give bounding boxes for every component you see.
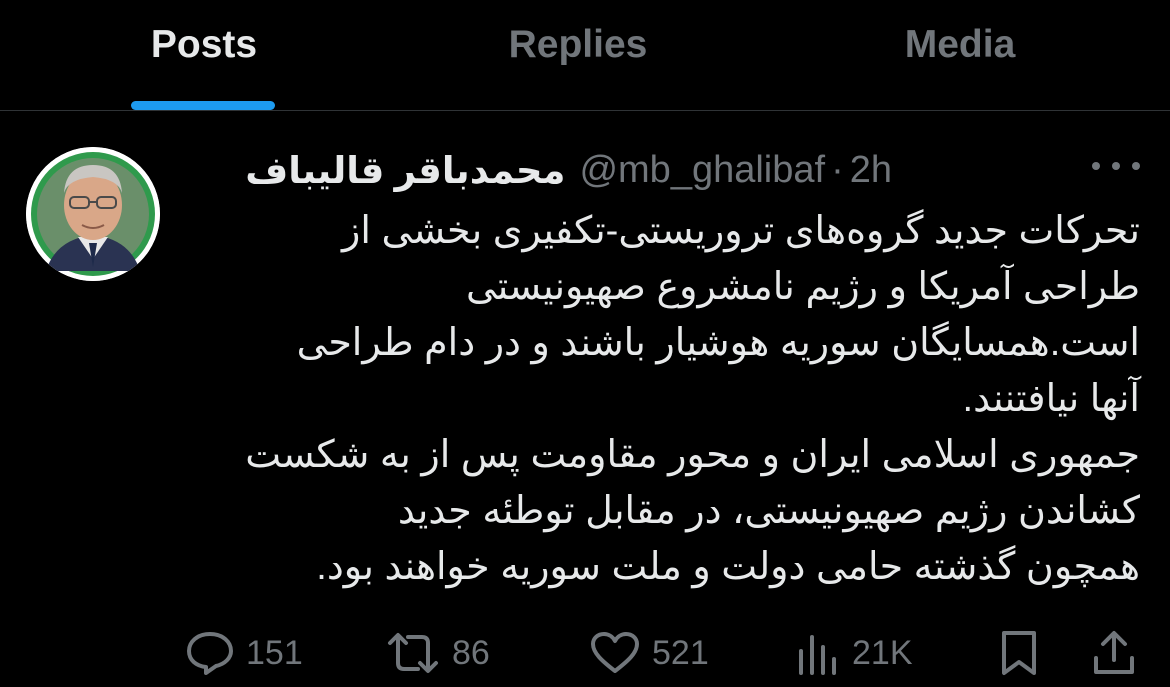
more-dot-icon xyxy=(1132,162,1140,170)
more-dot-icon xyxy=(1092,162,1100,170)
tab-media-label: Media xyxy=(904,23,1016,66)
tab-media[interactable]: Media xyxy=(840,0,1080,110)
tweet-line: همچون گذشته حامی دولت و ملت سوریه خواهند… xyxy=(316,546,1140,588)
views-count: 21K xyxy=(852,633,913,672)
tweet-line: کشاندن رژیم صهیونیستی، در مقابل توطئه جد… xyxy=(397,490,1140,532)
tweet-line: است.همسایگان سوریه هوشیار باشند و در دام… xyxy=(296,322,1140,364)
tab-posts-label: Posts xyxy=(150,23,258,66)
tweet-line: آنها نیافتنند. xyxy=(962,378,1140,420)
separator-dot: · xyxy=(831,148,844,191)
heart-icon xyxy=(591,632,639,673)
repost-icon xyxy=(388,633,438,673)
profile-photo-icon xyxy=(26,147,160,281)
like-button[interactable]: 521 xyxy=(590,623,709,683)
tweet-header: محمدباقر قالیباف @mb_ghalibaf · 2h xyxy=(245,145,892,195)
tweet[interactable]: محمدباقر قالیباف @mb_ghalibaf · 2h تحرکا… xyxy=(0,111,1170,687)
repost-count: 86 xyxy=(452,633,490,672)
timestamp[interactable]: 2h xyxy=(850,149,892,192)
tweet-line: تحرکات جدید گروه‌های تروریستی-تکفیری بخش… xyxy=(342,210,1140,252)
tab-replies[interactable]: Replies xyxy=(458,0,698,110)
tweet-actions: 151 86 521 21K xyxy=(0,623,1170,683)
repost-button[interactable]: 86 xyxy=(386,623,490,683)
user-handle[interactable]: @mb_ghalibaf xyxy=(579,149,825,192)
more-dot-icon xyxy=(1112,162,1120,170)
tweet-line: جمهوری اسلامی ایران و محور مقاومت پس از … xyxy=(245,434,1140,476)
views-button[interactable]: 21K xyxy=(796,623,913,683)
reply-count: 151 xyxy=(246,633,303,672)
tweet-text: تحرکات جدید گروه‌های تروریستی-تکفیری بخش… xyxy=(180,203,1140,595)
bookmark-icon xyxy=(1002,631,1036,675)
bookmark-button[interactable] xyxy=(1000,623,1038,683)
share-button[interactable] xyxy=(1093,623,1135,683)
tab-posts[interactable]: Posts xyxy=(84,0,324,110)
like-count: 521 xyxy=(652,633,709,672)
more-options-button[interactable] xyxy=(1092,151,1140,181)
tweet-line: طراحی آمریکا و رژیم نامشروع صهیونیستی xyxy=(465,266,1140,308)
reply-icon xyxy=(187,632,233,675)
reply-button[interactable]: 151 xyxy=(186,623,303,683)
tab-replies-label: Replies xyxy=(508,23,648,66)
share-icon xyxy=(1094,631,1134,674)
views-chart-icon xyxy=(799,635,836,675)
display-name[interactable]: محمدباقر قالیباف xyxy=(245,149,565,192)
profile-tabs: Posts Replies Media xyxy=(0,0,1170,111)
active-tab-indicator xyxy=(131,101,275,110)
avatar[interactable] xyxy=(26,147,160,281)
